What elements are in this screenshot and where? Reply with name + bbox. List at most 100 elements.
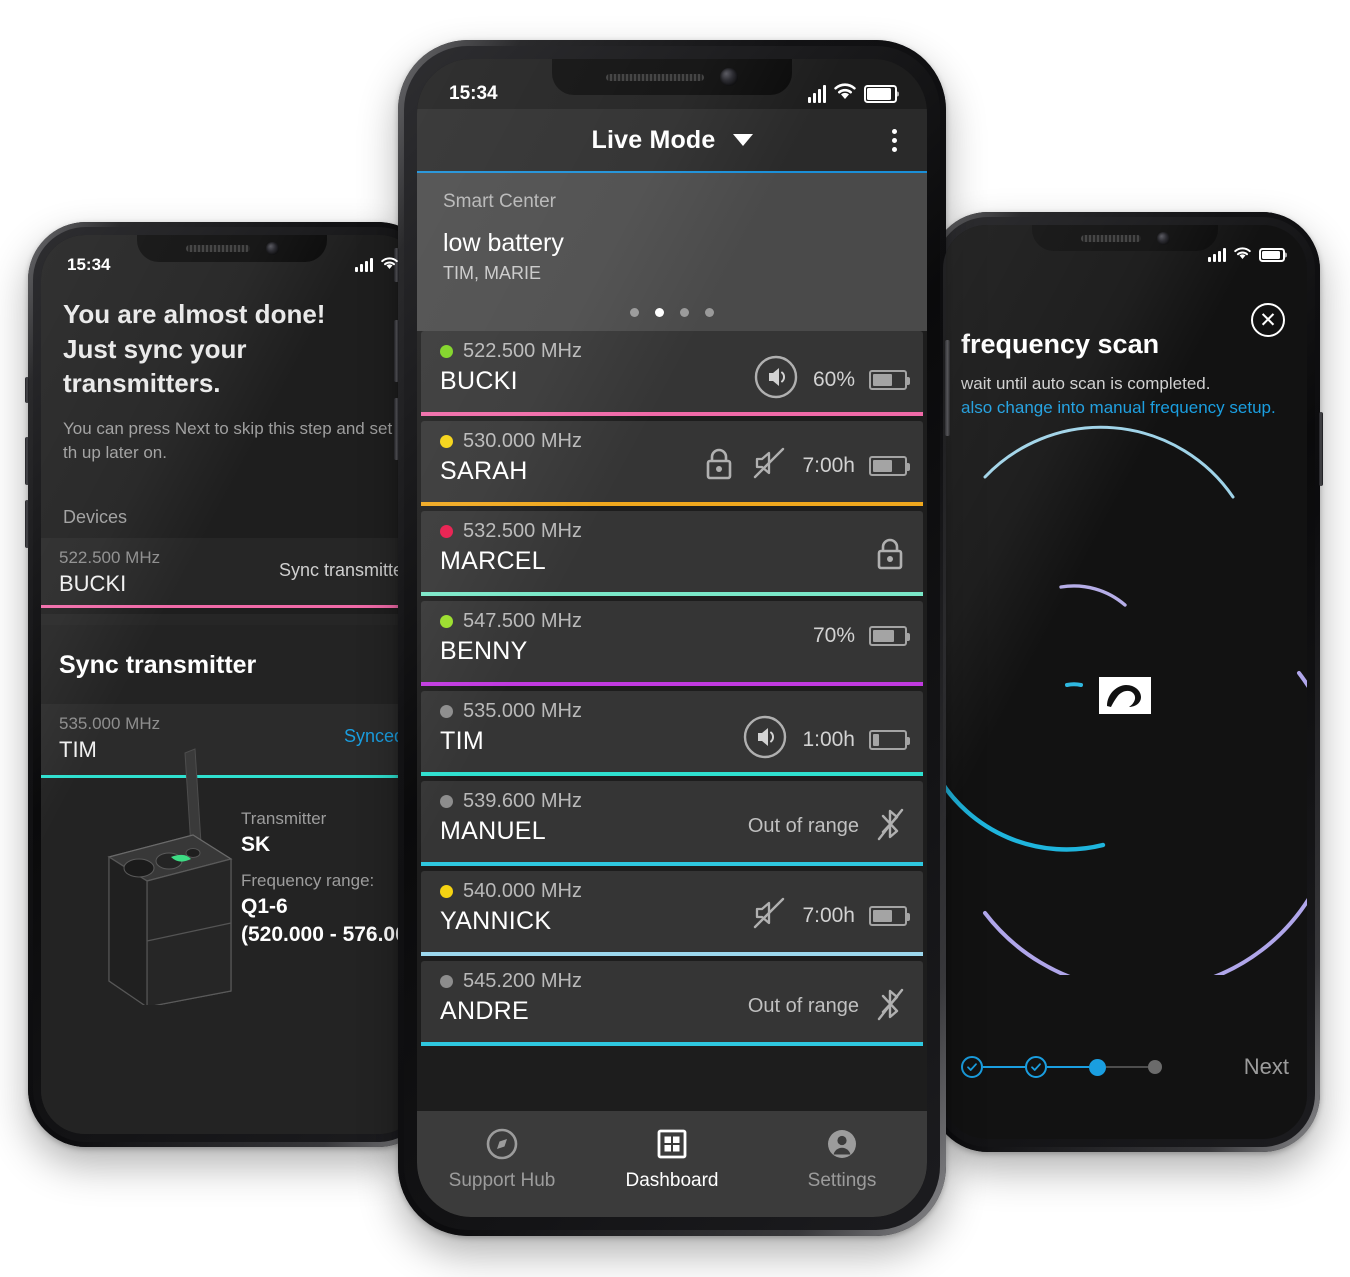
- left-phone: 15:34 You are almost done! Just sync you…: [25, 222, 436, 1147]
- device-info: 539.600 MHz MANUEL: [440, 790, 748, 846]
- device-frequency: 535.000 MHz: [463, 700, 582, 722]
- status-icons: [355, 255, 399, 275]
- device-status-icons: 7:00h: [750, 880, 910, 937]
- table-row[interactable]: 540.000 MHz YANNICK 7:00h: [421, 871, 923, 956]
- tab-support-hub[interactable]: Support Hub: [417, 1127, 587, 1192]
- device-frequency: 539.600 MHz: [463, 790, 582, 812]
- sheet-title: Sync transmitter: [59, 651, 257, 679]
- page-dot-active[interactable]: [655, 308, 664, 317]
- tab-label: Settings: [807, 1170, 877, 1191]
- lock-icon[interactable]: [702, 444, 736, 487]
- device-frequency-line: 532.500 MHz: [440, 520, 873, 543]
- mute-icon[interactable]: [750, 444, 788, 487]
- device-status-icons: 7:00h: [702, 430, 910, 487]
- scan-instruction: wait until auto scan is completed.: [961, 374, 1211, 393]
- device-frequency: 532.500 MHz: [463, 520, 582, 542]
- speaker-on-icon[interactable]: [753, 354, 799, 405]
- battery-icon: [864, 85, 897, 103]
- step-connector-active: [983, 1065, 1025, 1069]
- table-row[interactable]: 539.600 MHz MANUEL Out of range: [421, 781, 923, 866]
- onboarding-stepper: Next: [943, 1047, 1307, 1087]
- device-status-dot: [440, 975, 453, 988]
- step-pending-icon[interactable]: [1148, 1060, 1162, 1074]
- table-row[interactable]: 545.200 MHz ANDRE Out of range: [421, 961, 923, 1046]
- device-color-underline: [421, 952, 923, 956]
- tab-settings[interactable]: Settings: [757, 1127, 927, 1192]
- mute-icon[interactable]: [750, 894, 788, 937]
- device-status-icons: [873, 520, 907, 577]
- wifi-icon: [1233, 245, 1252, 265]
- composite-scene: 15:34 You are almost done! Just sync you…: [0, 0, 1350, 1277]
- device-color-underline: [421, 592, 923, 596]
- battery-text: 7:00h: [802, 903, 855, 927]
- status-time: 15:34: [67, 255, 111, 274]
- kebab-menu-icon[interactable]: [892, 128, 897, 152]
- sync-transmitter-action[interactable]: Sync transmitter: [279, 560, 409, 581]
- device-color-underline: [421, 772, 923, 776]
- table-row[interactable]: 535.000 MHz TIM 1:00h: [421, 691, 923, 776]
- carousel-page-dots[interactable]: [417, 308, 927, 317]
- step-current-icon[interactable]: [1089, 1058, 1106, 1076]
- app-header: Live Mode: [417, 109, 927, 171]
- wifi-icon: [833, 82, 857, 106]
- device-frequency-line: 530.000 MHz: [440, 430, 702, 453]
- table-row[interactable]: 547.500 MHz BENNY 70%: [421, 601, 923, 686]
- list-item[interactable]: 522.500 MHz BUCKI Sync transmitter: [41, 537, 423, 608]
- tab-dashboard[interactable]: Dashboard: [587, 1127, 757, 1192]
- transmitter-info: Transmitter SK Frequency range: Q1-6 (52…: [241, 795, 418, 947]
- chevron-down-icon[interactable]: [732, 134, 753, 146]
- out-of-range-label: Out of range: [747, 815, 859, 837]
- device-frequency-line: 535.000 MHz: [440, 700, 742, 723]
- next-button[interactable]: Next: [1244, 1054, 1289, 1080]
- device-name: SARAH: [440, 457, 528, 485]
- device-status-dot: [440, 345, 453, 358]
- device-name: ANDRE: [440, 997, 530, 1025]
- page-dot[interactable]: [705, 308, 714, 317]
- device-color-underline: [421, 1042, 923, 1046]
- grid-icon: [657, 1129, 687, 1159]
- transmitter-illustration: [73, 735, 248, 1010]
- device-status-dot: [440, 795, 453, 808]
- bottom-tab-bar[interactable]: Support Hub Dashboard Settings: [417, 1111, 927, 1217]
- speaker-on-icon[interactable]: [742, 714, 788, 765]
- step-complete-icon[interactable]: [961, 1056, 983, 1078]
- device-status-icons: 70%: [813, 610, 910, 648]
- device-color-underline: [41, 604, 423, 608]
- wifi-icon: [380, 255, 399, 275]
- step-connector-inactive: [1106, 1066, 1148, 1068]
- cellular-signal-icon: [355, 258, 373, 272]
- device-status-dot: [440, 615, 453, 628]
- battery-icon: [869, 626, 910, 646]
- device-list[interactable]: 522.500 MHz BUCKI 60% 530.000 MHz SARAH: [417, 331, 927, 1217]
- bluetooth-off-icon: [873, 804, 907, 849]
- battery-icon: [869, 369, 910, 390]
- page-title[interactable]: Live Mode: [591, 126, 715, 155]
- smart-center-card[interactable]: Smart Center low battery TIM, MARIE: [417, 173, 927, 331]
- device-name: MANUEL: [440, 817, 546, 845]
- table-row[interactable]: 522.500 MHz BUCKI 60%: [421, 331, 923, 416]
- device-frequency: 522.500 MHz: [463, 340, 582, 362]
- device-status-dot: [440, 885, 453, 898]
- table-row[interactable]: 530.000 MHz SARAH 7:00h: [421, 421, 923, 506]
- step-complete-icon[interactable]: [1025, 1056, 1047, 1078]
- sennheiser-logo: [1099, 677, 1151, 714]
- center-phone-screen: 15:34 Live Mode Smart Center low battery…: [417, 59, 927, 1217]
- page-dot[interactable]: [680, 308, 689, 317]
- device-status-icons: 1:00h: [742, 700, 910, 765]
- device-info: 522.500 MHz BUCKI: [440, 340, 753, 396]
- device-frequency: 545.200 MHz: [463, 970, 582, 992]
- table-row[interactable]: 532.500 MHz MARCEL: [421, 511, 923, 596]
- device-status-icons: 60%: [753, 340, 910, 405]
- smart-center-alert-devices: TIM, MARIE: [443, 263, 541, 283]
- scan-animation: [943, 415, 1307, 993]
- device-frequency-line: 547.500 MHz: [440, 610, 813, 633]
- battery-text: 7:00h: [802, 453, 855, 477]
- battery-icon: [869, 455, 910, 476]
- page-dot[interactable]: [630, 308, 639, 317]
- device-info: 530.000 MHz SARAH: [440, 430, 702, 486]
- lock-icon[interactable]: [873, 534, 907, 577]
- battery-text: 1:00h: [802, 727, 855, 751]
- left-subtext: You can press Next to skip this step and…: [63, 418, 393, 462]
- device-frequency: 535.000 MHz: [59, 714, 161, 733]
- close-icon[interactable]: ✕: [1251, 303, 1285, 337]
